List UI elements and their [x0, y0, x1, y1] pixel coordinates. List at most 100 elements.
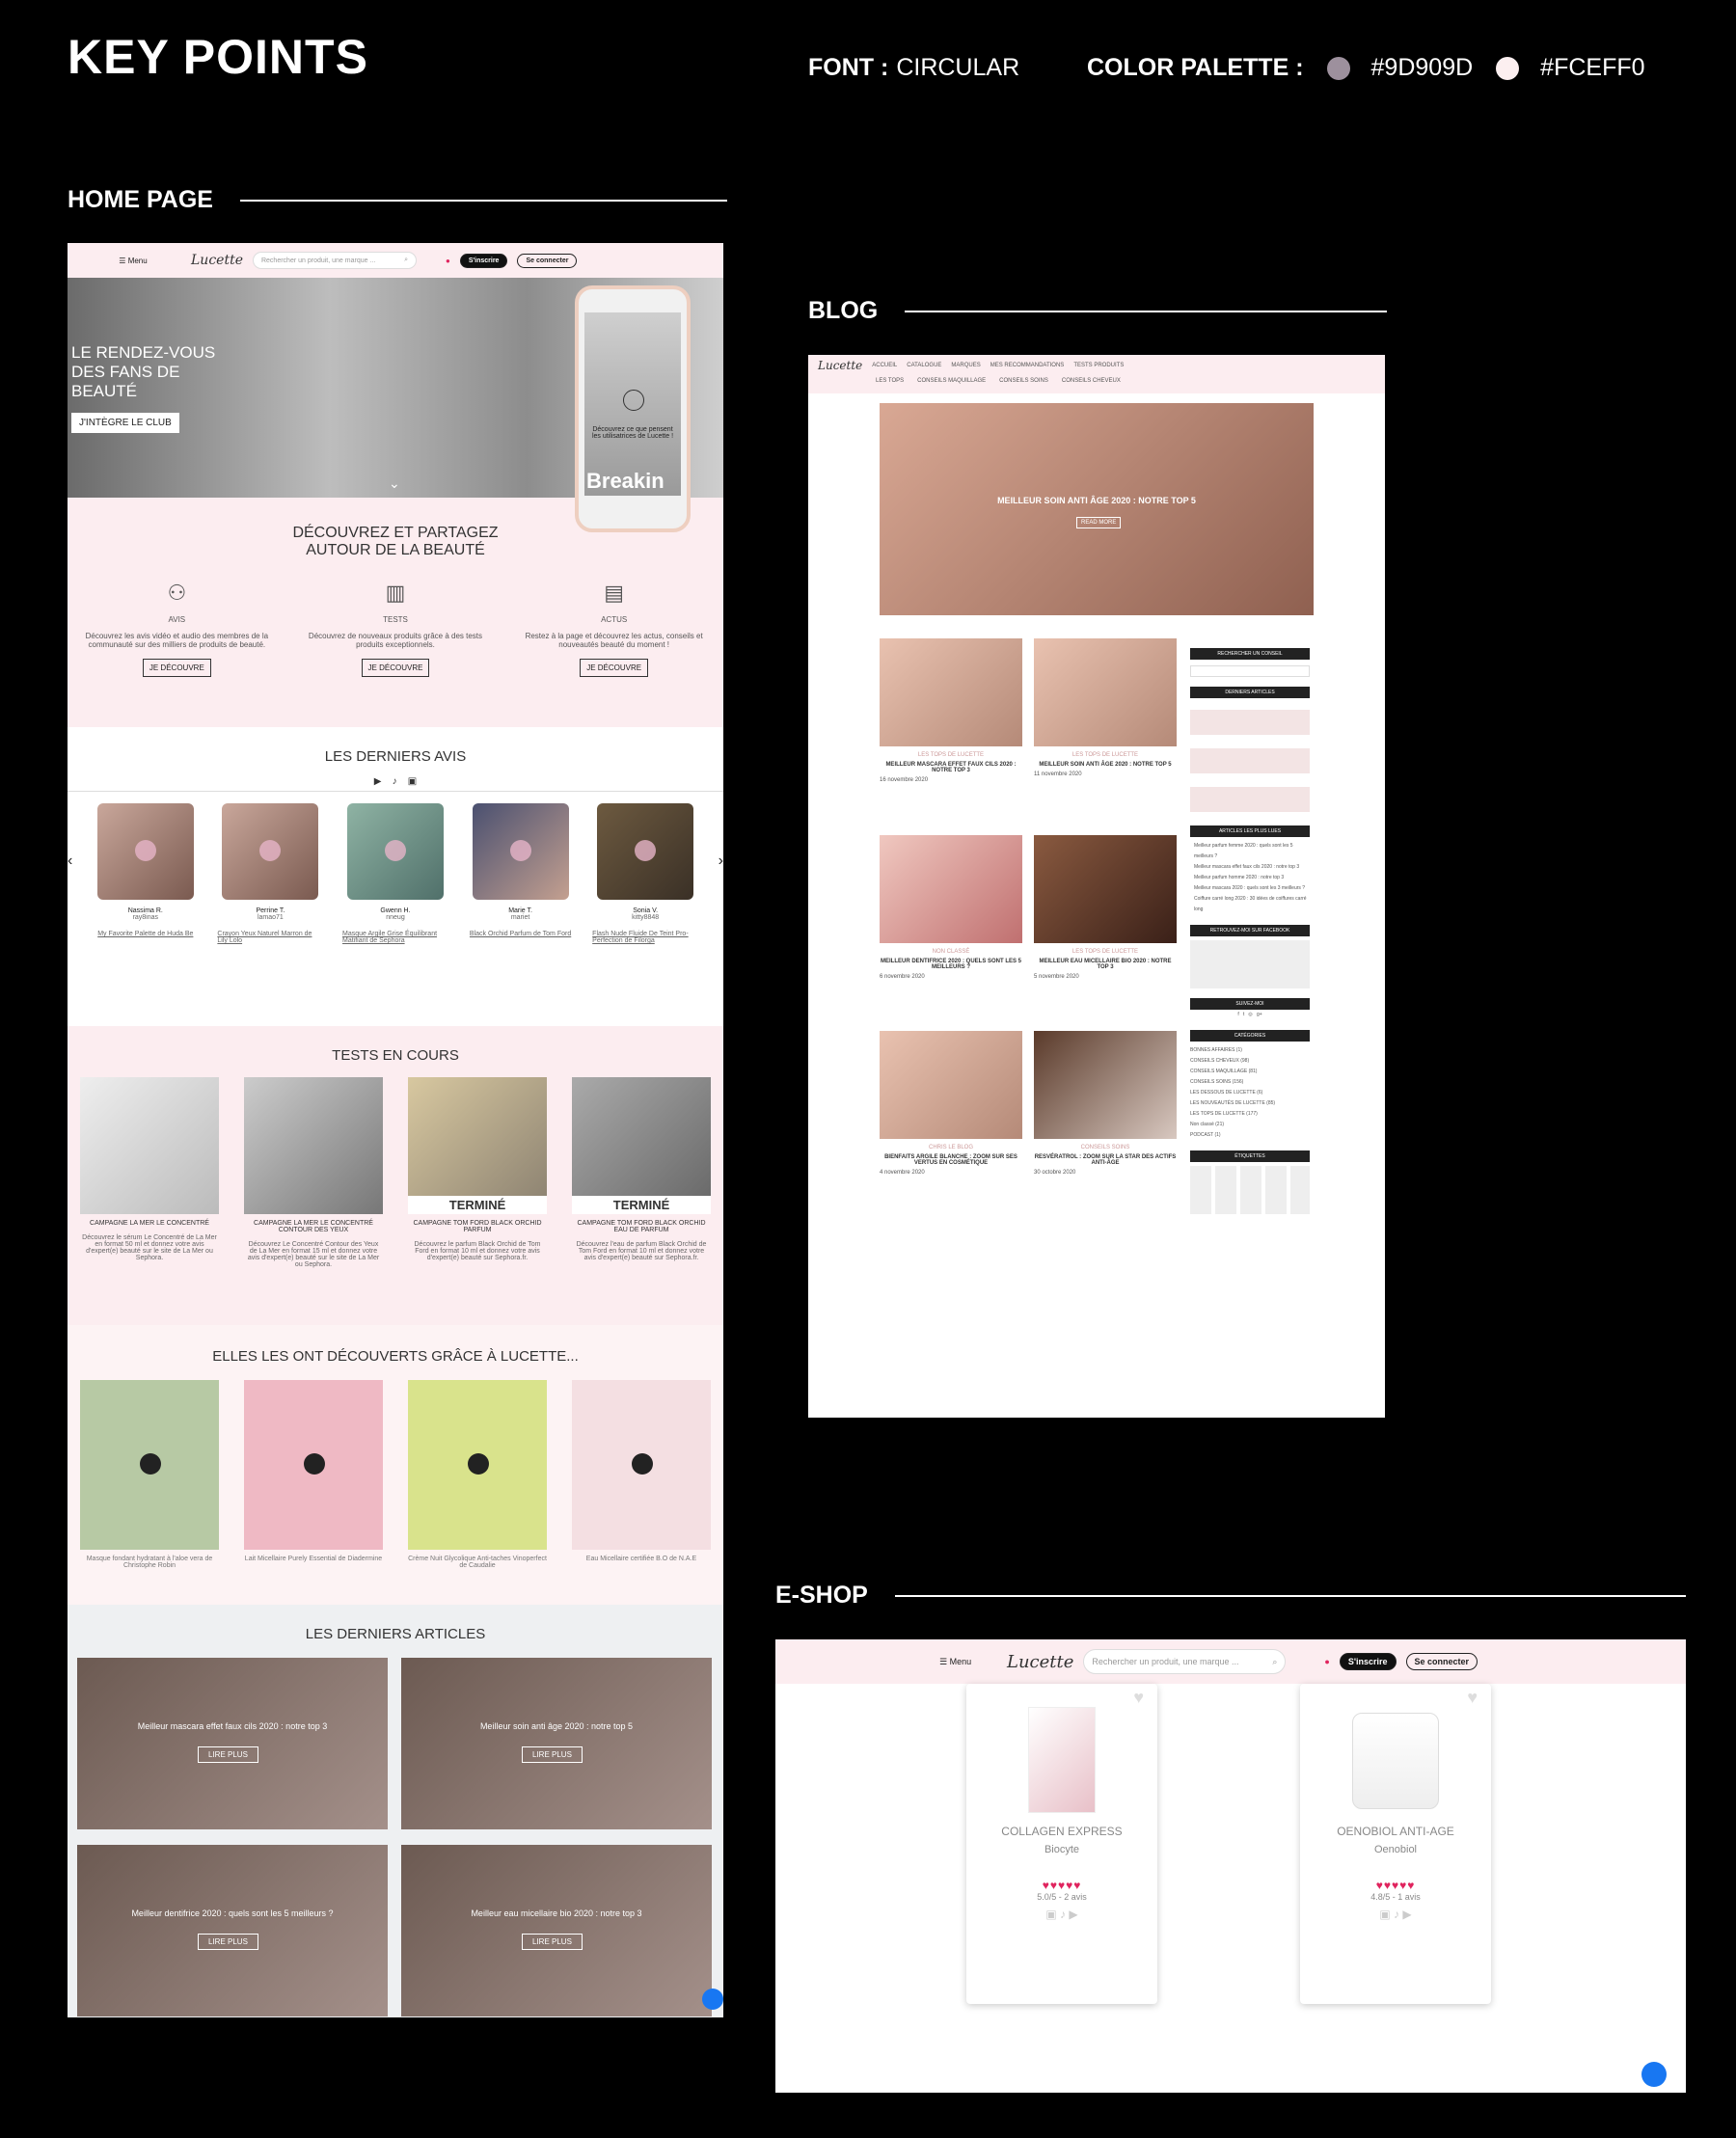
- reviewed-product[interactable]: Masque Argile Grise Équilibrant Matifian…: [342, 931, 448, 944]
- post-category[interactable]: NON CLASSÉ: [880, 949, 1022, 955]
- post-image[interactable]: [1034, 834, 1177, 943]
- product-brand[interactable]: Biocyte: [966, 1844, 1157, 1855]
- category-item[interactable]: BONNES AFFAIRES (1): [1190, 1045, 1310, 1056]
- product-card[interactable]: ♥ OENOBIOL ANTI-AGE Oenobiol ♥♥♥♥♥ 4.8/5…: [1300, 1684, 1491, 2004]
- post-title[interactable]: MEILLEUR DENTIFRICE 2020 : QUELS SONT LE…: [880, 959, 1022, 970]
- subnav-item[interactable]: CONSEILS MAQUILLAGE: [917, 378, 986, 384]
- reviewed-product[interactable]: My Favorite Palette de Huda Be: [97, 931, 193, 937]
- post-title[interactable]: MEILLEUR SOIN ANTI ÂGE 2020 : NOTRE TOP …: [1034, 762, 1177, 768]
- post-category[interactable]: CHRIS LE BLOG: [880, 1145, 1022, 1150]
- reviewed-product[interactable]: Black Orchid Parfum de Tom Ford: [470, 931, 571, 937]
- search-input[interactable]: Rechercher un produit, une marque ... ⌕: [252, 252, 417, 269]
- chevron-down-icon[interactable]: ⌄: [389, 475, 400, 492]
- logo[interactable]: Lucette: [818, 359, 862, 372]
- audio-icon[interactable]: ♪: [393, 776, 397, 787]
- review-card[interactable]: Sonia V. kitty8848 Flash Nude Fluide De Te…: [592, 803, 698, 944]
- play-icon[interactable]: [623, 390, 644, 411]
- nav-item[interactable]: MARQUES: [951, 363, 980, 368]
- review-video[interactable]: [346, 803, 444, 900]
- bell-icon[interactable]: ●: [1324, 1657, 1329, 1666]
- discover-actus-button[interactable]: JE DÉCOUVRE: [580, 659, 649, 677]
- popular-item[interactable]: Meilleur mascara effet faux cils 2020 : …: [1194, 862, 1310, 873]
- test-image[interactable]: [80, 1077, 219, 1214]
- bell-icon[interactable]: ●: [446, 257, 450, 265]
- discovered-video[interactable]: [572, 1380, 711, 1550]
- discovered-video[interactable]: [80, 1380, 219, 1550]
- play-icon[interactable]: [509, 840, 531, 861]
- category-item[interactable]: CONSEILS MAQUILLAGE (81): [1190, 1067, 1310, 1077]
- test-card[interactable]: CAMPAGNE LA MER LE CONCENTRÉ Découvrez le…: [80, 1077, 219, 1268]
- discovered-card[interactable]: Eau Micellaire certifiée B.O de N.A.E: [572, 1380, 711, 1569]
- subnav-item[interactable]: CONSEILS CHEVEUX: [1062, 378, 1121, 384]
- post-category[interactable]: LES TOPS DE LUCETTE: [880, 752, 1022, 758]
- category-item[interactable]: PODCAST (1): [1190, 1130, 1310, 1141]
- review-card[interactable]: Marie T. mariet Black Orchid Parfum de Tom…: [468, 803, 574, 944]
- article-card[interactable]: Meilleur eau micellaire bio 2020 : notre…: [401, 1845, 712, 2016]
- review-video[interactable]: [597, 803, 694, 900]
- product-brand[interactable]: Oenobiol: [1300, 1844, 1491, 1855]
- blog-hero[interactable]: MEILLEUR SOIN ANTI ÂGE 2020 : NOTRE TOP …: [880, 403, 1314, 615]
- discover-tests-button[interactable]: JE DÉCOUVRE: [361, 659, 430, 677]
- product-card[interactable]: ♥ COLLAGEN EXPRESS Biocyte ♥♥♥♥♥ 5.0/5 -…: [966, 1684, 1157, 2004]
- test-card[interactable]: TERMINÉ CAMPAGNE TOM FORD BLACK ORCHID PA…: [408, 1077, 547, 1268]
- post-image[interactable]: [1034, 638, 1177, 746]
- play-icon[interactable]: [468, 1453, 489, 1475]
- signup-button[interactable]: S'inscrire: [1339, 1653, 1397, 1670]
- product-image[interactable]: [1028, 1707, 1096, 1813]
- nav-item[interactable]: MES RECOMMANDATIONS: [990, 363, 1065, 368]
- discovered-card[interactable]: Masque fondant hydratant à l'aloe vera d…: [80, 1380, 219, 1569]
- discovered-card[interactable]: Lait Micellaire Purely Essential de Diad…: [244, 1380, 383, 1569]
- play-icon[interactable]: [140, 1453, 161, 1475]
- reviewed-product[interactable]: Flash Nude Fluide De Teint Pro-Perfectio…: [592, 931, 698, 944]
- discovered-card[interactable]: Crème Nuit Glycolique Anti-taches Vinope…: [408, 1380, 547, 1569]
- product-name[interactable]: COLLAGEN EXPRESS: [966, 1825, 1157, 1838]
- post-title[interactable]: MEILLEUR EAU MICELLAIRE BIO 2020 : NOTRE…: [1034, 959, 1177, 970]
- popular-item[interactable]: Meilleur parfum homme 2020 : notre top 3: [1194, 873, 1310, 883]
- article-card[interactable]: Meilleur soin anti âge 2020 : notre top …: [401, 1658, 712, 1829]
- play-icon[interactable]: [384, 840, 406, 861]
- post-title[interactable]: BIENFAITS ARGILE BLANCHE : ZOOM SUR SES …: [880, 1154, 1022, 1166]
- logo[interactable]: Lucette: [1007, 1652, 1073, 1672]
- read-more-button[interactable]: LIRE PLUS: [198, 1934, 258, 1950]
- play-icon[interactable]: [259, 840, 282, 861]
- read-more-button[interactable]: LIRE PLUS: [522, 1934, 583, 1950]
- subnav-item[interactable]: LES TOPS: [876, 378, 904, 384]
- test-card[interactable]: CAMPAGNE LA MER LE CONCENTRÉ CONTOUR DES…: [244, 1077, 383, 1268]
- heart-icon[interactable]: ♥: [1467, 1688, 1478, 1708]
- post-card[interactable]: NON CLASSÉ MEILLEUR DENTIFRICE 2020 : QUE…: [880, 834, 1022, 1018]
- popular-item[interactable]: Meilleur parfum femme 2020 : quels sont …: [1194, 841, 1310, 862]
- category-item[interactable]: CONSEILS SOINS (156): [1190, 1077, 1310, 1088]
- post-card[interactable]: LES TOPS DE LUCETTE MEILLEUR MASCARA EFFE…: [880, 638, 1022, 822]
- post-category[interactable]: LES TOPS DE LUCETTE: [1034, 752, 1177, 758]
- category-item[interactable]: LES TOPS DE LUCETTE (177): [1190, 1109, 1310, 1120]
- play-icon[interactable]: [635, 840, 657, 861]
- search-icon[interactable]: ⌕: [1272, 1657, 1277, 1667]
- review-card[interactable]: Gwenn H. nneug Masque Argile Grise Équilib…: [342, 803, 448, 944]
- article-card[interactable]: Meilleur mascara effet faux cils 2020 : …: [77, 1658, 388, 1829]
- post-category[interactable]: LES TOPS DE LUCETTE: [1034, 949, 1177, 955]
- post-title[interactable]: MEILLEUR MASCARA EFFET FAUX CILS 2020 : …: [880, 762, 1022, 773]
- discovered-video[interactable]: [408, 1380, 547, 1550]
- test-image[interactable]: TERMINÉ: [572, 1077, 711, 1214]
- read-more-button[interactable]: READ MORE: [1076, 517, 1122, 528]
- test-card[interactable]: TERMINÉ CAMPAGNE TOM FORD BLACK ORCHID EA…: [572, 1077, 711, 1268]
- read-more-button[interactable]: LIRE PLUS: [522, 1746, 583, 1763]
- product-name[interactable]: OENOBIOL ANTI-AGE: [1300, 1825, 1491, 1838]
- post-image[interactable]: [1034, 1031, 1177, 1140]
- review-video[interactable]: [222, 803, 319, 900]
- review-card[interactable]: Nassima R. ray8inas My Favorite Palette de…: [93, 803, 199, 944]
- post-card[interactable]: LES TOPS DE LUCETTE MEILLEUR EAU MICELLAI…: [1034, 834, 1177, 1018]
- play-icon[interactable]: [134, 840, 156, 861]
- category-item[interactable]: Non classé (21): [1190, 1120, 1310, 1130]
- category-item[interactable]: LES NOUVEAUTÉS DE LUCETTE (85): [1190, 1098, 1310, 1109]
- blog-search-input[interactable]: [1190, 665, 1310, 677]
- discover-avis-button[interactable]: JE DÉCOUVRE: [142, 659, 211, 677]
- social-icons[interactable]: f t ◎ g+: [1190, 1010, 1310, 1020]
- subnav-item[interactable]: CONSEILS SOINS: [999, 378, 1048, 384]
- post-image[interactable]: [880, 1031, 1022, 1140]
- login-button[interactable]: Se connecter: [1405, 1653, 1478, 1670]
- post-card[interactable]: CONSEILS SOINS RESVÉRATROL : ZOOM SUR LA …: [1034, 1031, 1177, 1214]
- nav-item[interactable]: ACCUEIL: [872, 363, 897, 368]
- popular-item[interactable]: Coiffure carré long 2020 : 30 idées de c…: [1194, 894, 1310, 915]
- tag-cloud[interactable]: [1190, 1166, 1310, 1214]
